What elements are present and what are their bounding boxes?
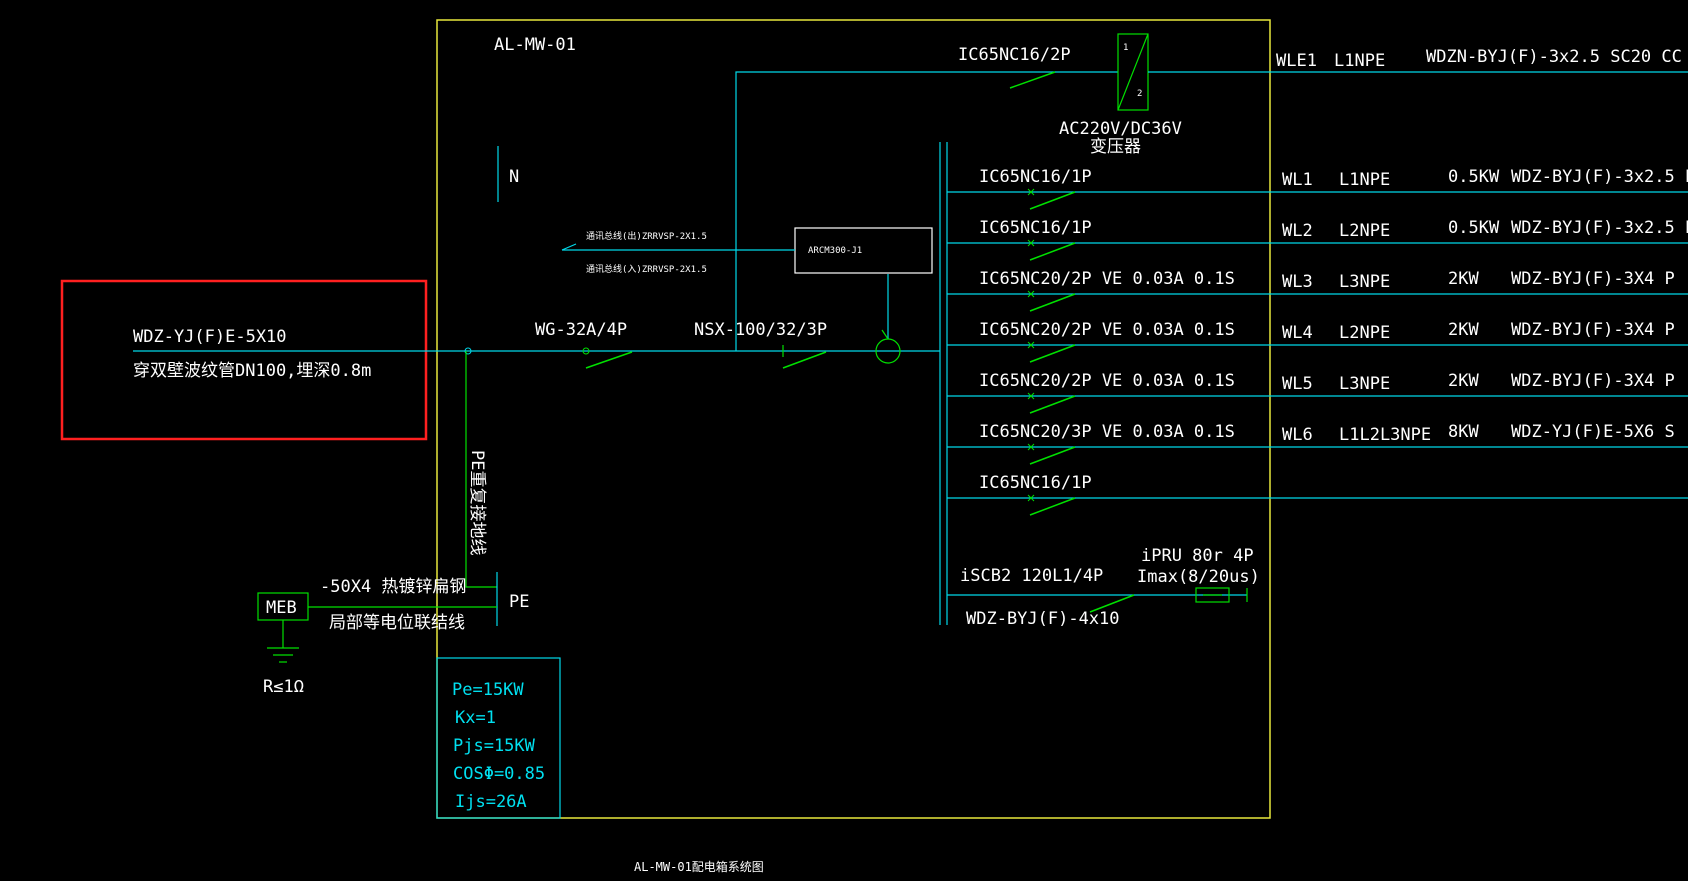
circuit-phase: L2NPE	[1339, 323, 1390, 343]
meb-label: MEB	[266, 598, 297, 618]
pe-conductor-label: PE重复接地线	[467, 450, 487, 555]
circuit-cable: WDZ-BYJ(F)-3X4 P	[1511, 371, 1675, 391]
circuit-phase: L3NPE	[1339, 272, 1390, 292]
circuit-breaker-label: IC65NC20/2P VE 0.03A 0.1S	[979, 269, 1235, 289]
transformer-breaker-blade[interactable]	[1009, 71, 1056, 89]
circuit-breaker-blade[interactable]	[1029, 395, 1076, 414]
circuit-phase: L1NPE	[1339, 170, 1390, 190]
circuit-cable: WDZ-YJ(F)E-5X6 S	[1511, 422, 1675, 442]
spd-device-label: iPRU 80r 4P	[1141, 546, 1254, 566]
steel-strip-label: -50X4 热镀锌扁钢	[320, 577, 466, 597]
spd-imax-label: Imax(8/20us)	[1137, 567, 1260, 587]
circuit-id: WL2	[1282, 221, 1313, 241]
circuit-cable: WDZ-BYJ(F)-3X4 P	[1511, 269, 1675, 289]
spd-breaker-label: iSCB2 120L1/4P	[960, 566, 1103, 586]
bonding-label: 局部等电位联结线	[329, 613, 465, 633]
transformer-circuit-cable: WDZN-BYJ(F)-3x2.5 SC20 CC	[1426, 47, 1682, 67]
circuit-phase: L2NPE	[1339, 221, 1390, 241]
panel-name: AL-MW-01	[494, 35, 576, 55]
transformer-branch-line	[735, 71, 1118, 351]
neutral-label: N	[509, 167, 519, 187]
circuit-breaker-blade[interactable]	[1029, 191, 1076, 210]
circuit-breaker-blade[interactable]	[1029, 293, 1076, 312]
distribution-diagram: AL-MW-01 WDZ-YJ(F)E-5X10 穿双壁波纹管DN100,埋深0…	[60, 19, 1688, 874]
incoming-highlight-box[interactable]	[60, 279, 428, 441]
circuit-power: 0.5KW	[1448, 218, 1500, 238]
comm-bus-in-label: 通讯总线(入)ZRRVSP-2X1.5	[586, 263, 707, 275]
circuit-id: WL3	[1282, 272, 1313, 292]
main-breaker-blade[interactable]	[782, 351, 827, 369]
circuit-power: 0.5KW	[1448, 167, 1500, 187]
main-switch-blade[interactable]	[585, 351, 633, 369]
transformer-circuit-phase: L1NPE	[1334, 51, 1385, 71]
incoming-cable-label: WDZ-YJ(F)E-5X10	[133, 327, 287, 347]
monitor-device-label: ARCM300-J1	[808, 246, 862, 256]
circuit-id: WL6	[1282, 425, 1313, 445]
transformer-in-label: 1	[1123, 43, 1128, 53]
ct-lead-arrow	[881, 329, 889, 340]
circuit-breaker-label: IC65NC20/2P VE 0.03A 0.1S	[979, 320, 1235, 340]
earth-resistance-label: R≤1Ω	[263, 677, 304, 697]
load-pe: Pe=15KW	[452, 680, 524, 700]
circuit-breaker-label: IC65NC16/1P	[979, 167, 1092, 187]
main-switch-label: WG-32A/4P	[535, 320, 627, 340]
circuit-id: WL4	[1282, 323, 1313, 343]
circuit-cable: WDZ-BYJ(F)-3X4 P	[1511, 320, 1675, 340]
diagram-caption: AL-MW-01配电箱系统图	[634, 859, 764, 874]
comm-bus-out-label: 通讯总线(出)ZRRVSP-2X1.5	[586, 230, 707, 242]
load-pjs: Pjs=15KW	[453, 736, 536, 756]
load-kx: Kx=1	[455, 708, 496, 728]
outgoing-circuits: IC65NC16/1P WL1 L1NPE 0.5KW WDZ-BYJ(F)-3x2.5…	[947, 167, 1688, 516]
transformer-circuit-id: WLE1	[1276, 51, 1317, 71]
circuit-breaker-blade[interactable]	[1029, 497, 1076, 516]
circuit-breaker-label: IC65NC20/2P VE 0.03A 0.1S	[979, 371, 1235, 391]
circuit-power: 8KW	[1448, 422, 1479, 442]
circuit-breaker-blade[interactable]	[1029, 242, 1076, 261]
load-ijs: Ijs=26A	[455, 792, 527, 812]
circuit-phase: L3NPE	[1339, 374, 1390, 394]
load-cos: COSΦ=0.85	[453, 764, 545, 784]
spd-cable-label: WDZ-BYJ(F)-4x10	[966, 609, 1120, 629]
pe-label: PE	[509, 592, 529, 612]
circuit-power: 2KW	[1448, 320, 1479, 340]
circuit-cable: WDZ-BYJ(F)-3x2.5 P	[1511, 218, 1688, 238]
transformer-rating-label: AC220V/DC36V	[1059, 119, 1182, 139]
circuit-power: 2KW	[1448, 371, 1479, 391]
transformer-out-label: 2	[1137, 89, 1142, 99]
incoming-conduit-label: 穿双壁波纹管DN100,埋深0.8m	[133, 361, 371, 381]
main-breaker-label: NSX-100/32/3P	[694, 320, 827, 340]
circuit-breaker-label: IC65NC16/1P	[979, 473, 1092, 493]
transformer-name-label: 变压器	[1090, 137, 1141, 157]
comm-bus-arrow	[561, 243, 577, 251]
circuit-id: WL1	[1282, 170, 1313, 190]
transformer-breaker-label: IC65NC16/2P	[958, 45, 1071, 65]
circuit-breaker-blade[interactable]	[1029, 446, 1076, 465]
panel-outline	[436, 19, 1271, 819]
circuit-breaker-label: IC65NC20/3P VE 0.03A 0.1S	[979, 422, 1235, 442]
circuit-cable: WDZ-BYJ(F)-3x2.5 P	[1511, 167, 1688, 187]
circuit-phase: L1L2L3NPE	[1339, 425, 1431, 445]
circuit-power: 2KW	[1448, 269, 1479, 289]
circuit-breaker-blade[interactable]	[1029, 344, 1076, 363]
circuit-id: WL5	[1282, 374, 1313, 394]
circuit-breaker-label: IC65NC16/1P	[979, 218, 1092, 238]
